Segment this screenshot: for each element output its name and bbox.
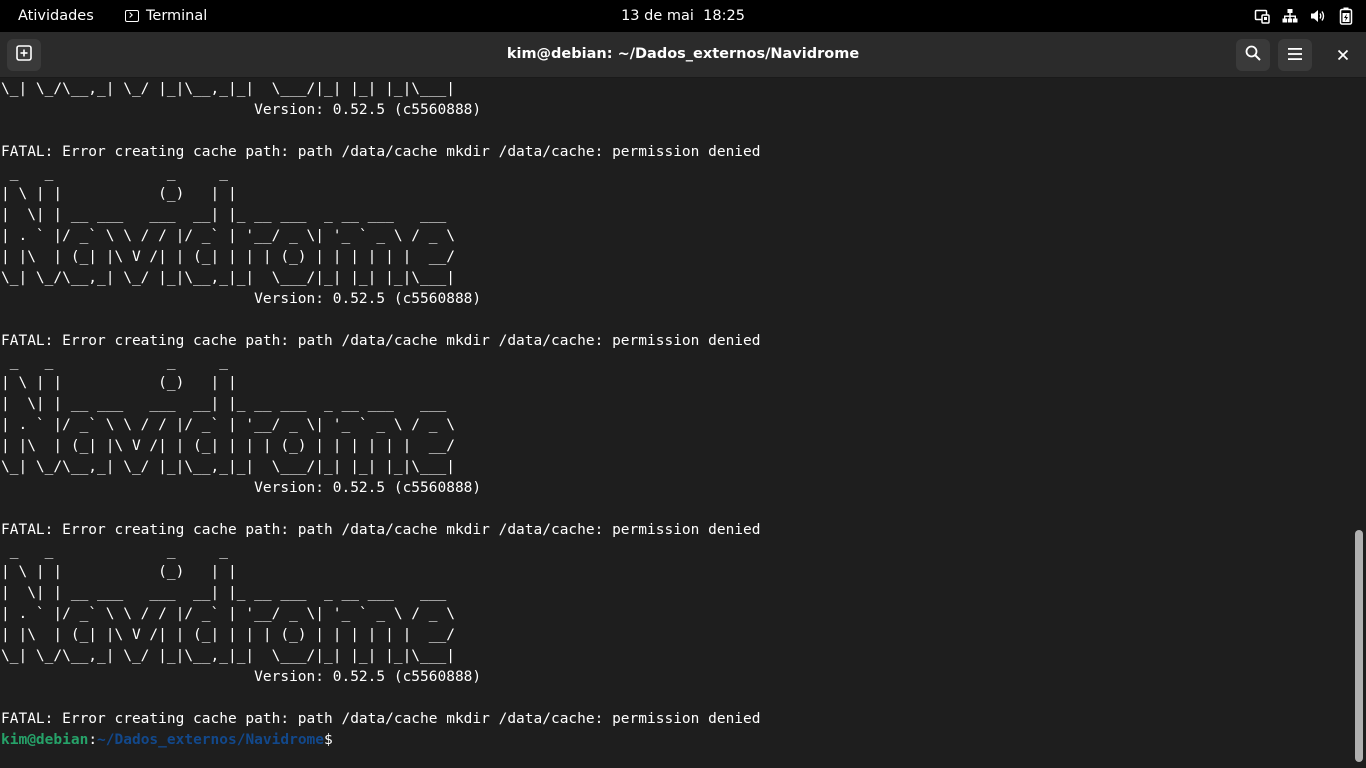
terminal-output: \_| \_/\__,_| \_/ |_|\__,_|_| \___/|_| |… xyxy=(1,79,761,751)
terminal-line: \_| \_/\__,_| \_/ |_|\__,_|_| \___/|_| |… xyxy=(1,459,455,475)
terminal-line: \_| \_/\__,_| \_/ |_|\__,_|_| \___/|_| |… xyxy=(1,81,455,97)
new-tab-icon xyxy=(16,45,32,65)
terminal-scrollbar[interactable] xyxy=(1352,78,1366,768)
terminal-line: Version: 0.52.5 (c5560888) xyxy=(1,102,482,118)
terminal-line: | \| | __ ___ ___ __| |_ __ ___ _ __ ___… xyxy=(1,585,447,601)
terminal-line: | \ | | (_) | | xyxy=(1,564,237,580)
terminal-line: FATAL: Error creating cache path: path /… xyxy=(1,144,761,160)
clock-button[interactable]: 13 de mai 18:25 xyxy=(621,8,745,24)
terminal-line: FATAL: Error creating cache path: path /… xyxy=(1,333,761,349)
prompt-path: ~/Dados_externos/Navidrome xyxy=(97,732,325,748)
search-button[interactable] xyxy=(1236,39,1270,71)
terminal-line: _ _ _ _ xyxy=(1,165,228,181)
search-icon xyxy=(1245,45,1261,65)
scrollbar-thumb[interactable] xyxy=(1355,530,1363,762)
terminal-line: | |\ | (_| |\ V /| | (_| | | | (_) | | |… xyxy=(1,627,455,643)
prompt-separator: : xyxy=(88,732,98,748)
new-tab-button[interactable] xyxy=(7,39,41,71)
hamburger-menu-icon xyxy=(1287,46,1303,65)
window-title: kim@debian: ~/Dados_externos/Navidrome xyxy=(506,46,860,62)
activities-button[interactable]: Atividades xyxy=(18,0,94,32)
terminal-line: \_| \_/\__,_| \_/ |_|\__,_|_| \___/|_| |… xyxy=(1,648,455,664)
app-menu-button[interactable]: Terminal xyxy=(125,0,207,32)
screen-share-icon xyxy=(1254,8,1270,24)
terminal-line: | . ` |/ _` \ \ / / |/ _` | '__/ _ \| '_… xyxy=(1,606,455,622)
terminal-line: | \ | | (_) | | xyxy=(1,186,237,202)
shell-prompt[interactable]: kim@debian:~/Dados_externos/Navidrome$ xyxy=(1,730,761,751)
network-icon xyxy=(1282,8,1298,24)
terminal-line: | . ` |/ _` \ \ / / |/ _` | '__/ _ \| '_… xyxy=(1,417,455,433)
terminal-line: Version: 0.52.5 (c5560888) xyxy=(1,291,482,307)
terminal-line: _ _ _ _ xyxy=(1,543,228,559)
terminal-view[interactable]: \_| \_/\__,_| \_/ |_|\__,_|_| \___/|_| |… xyxy=(0,78,1352,768)
close-icon xyxy=(1337,46,1349,65)
close-button[interactable] xyxy=(1331,43,1355,67)
app-menu-label: Terminal xyxy=(146,8,208,24)
battery-icon xyxy=(1338,7,1354,25)
terminal-line: _ _ _ _ xyxy=(1,354,228,370)
volume-icon xyxy=(1310,8,1326,24)
window-header-bar: kim@debian: ~/Dados_externos/Navidrome xyxy=(0,32,1366,78)
terminal-line: FATAL: Error creating cache path: path /… xyxy=(1,711,761,727)
terminal-line: | \ | | (_) | | xyxy=(1,375,237,391)
terminal-line: | . ` |/ _` \ \ / / |/ _` | '__/ _ \| '_… xyxy=(1,228,455,244)
terminal-line: | |\ | (_| |\ V /| | (_| | | | (_) | | |… xyxy=(1,249,455,265)
prompt-user-host: kim@debian xyxy=(1,732,89,748)
terminal-line: | \| | __ ___ ___ __| |_ __ ___ _ __ ___… xyxy=(1,396,447,412)
terminal-line: \_| \_/\__,_| \_/ |_|\__,_|_| \___/|_| |… xyxy=(1,270,455,286)
prompt-symbol: $ xyxy=(324,732,333,748)
main-menu-button[interactable] xyxy=(1278,39,1312,71)
terminal-line: | |\ | (_| |\ V /| | (_| | | | (_) | | |… xyxy=(1,438,455,454)
terminal-line: Version: 0.52.5 (c5560888) xyxy=(1,669,482,685)
terminal-line: | \| | __ ___ ___ __| |_ __ ___ _ __ ___… xyxy=(1,207,447,223)
terminal-line: FATAL: Error creating cache path: path /… xyxy=(1,522,761,538)
terminal-line: Version: 0.52.5 (c5560888) xyxy=(1,480,482,496)
system-tray[interactable] xyxy=(1254,0,1354,32)
top-bar: Atividades Terminal 13 de mai 18:25 xyxy=(0,0,1366,32)
terminal-icon xyxy=(125,10,139,22)
